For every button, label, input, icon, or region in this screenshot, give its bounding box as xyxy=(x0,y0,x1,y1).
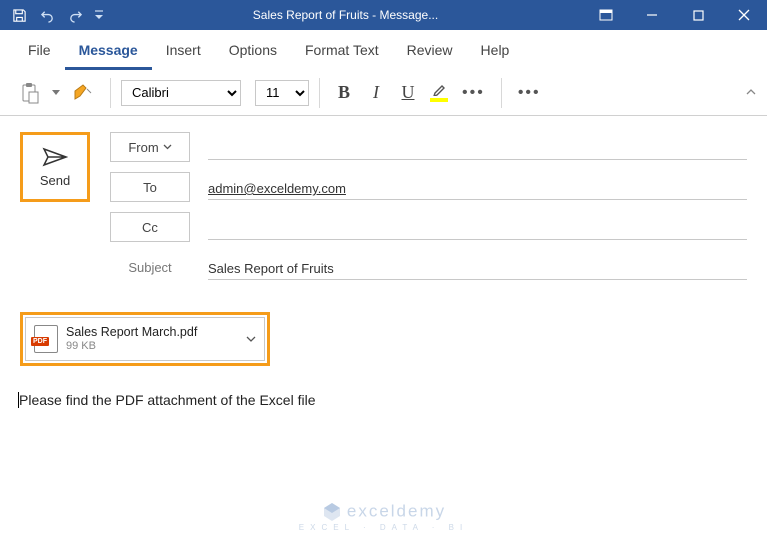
undo-icon[interactable] xyxy=(34,2,60,28)
tab-review[interactable]: Review xyxy=(393,30,467,70)
to-label: To xyxy=(143,180,157,195)
from-label: From xyxy=(128,140,158,155)
tab-format-text[interactable]: Format Text xyxy=(291,30,393,70)
send-button[interactable]: Send xyxy=(20,132,90,202)
compose-header: Send From To admin@exceldemy.com Cc Subj… xyxy=(0,116,767,292)
attachment-filesize: 99 KB xyxy=(66,340,238,353)
title-bar: Sales Report of Fruits - Message... xyxy=(0,0,767,30)
underline-button[interactable]: U xyxy=(394,77,422,109)
attachment-dropdown-icon[interactable] xyxy=(246,336,256,343)
tab-file[interactable]: File xyxy=(14,30,65,70)
watermark: exceldemy EXCEL · DATA · BI xyxy=(0,501,767,532)
font-family-selector[interactable]: Calibri xyxy=(121,80,241,106)
paste-button[interactable] xyxy=(14,77,46,109)
cc-button[interactable]: Cc xyxy=(110,212,190,242)
collapse-ribbon-icon[interactable] xyxy=(745,88,757,98)
to-row: To admin@exceldemy.com xyxy=(110,172,747,202)
cc-row: Cc xyxy=(110,212,747,242)
from-field[interactable] xyxy=(208,134,747,160)
minimize-icon[interactable] xyxy=(629,0,675,30)
to-button[interactable]: To xyxy=(110,172,190,202)
subject-label: Subject xyxy=(110,252,190,282)
message-body[interactable]: Please find the PDF attachment of the Ex… xyxy=(18,392,747,408)
attachment-area: PDF Sales Report March.pdf 99 KB xyxy=(20,312,747,366)
more-commands-button[interactable]: ••• xyxy=(512,77,547,109)
highlight-button[interactable] xyxy=(426,82,452,104)
bold-button[interactable]: B xyxy=(330,77,358,109)
redo-icon[interactable] xyxy=(62,2,88,28)
header-fields: From To admin@exceldemy.com Cc Subject S… xyxy=(110,132,747,292)
qat-dropdown-icon[interactable] xyxy=(90,2,108,28)
attachment-item[interactable]: PDF Sales Report March.pdf 99 KB xyxy=(25,317,265,361)
ribbon: Calibri 11 B I U ••• ••• xyxy=(0,70,767,116)
window-controls xyxy=(583,0,767,30)
more-formatting-button[interactable]: ••• xyxy=(456,77,491,109)
font-size-selector[interactable]: 11 xyxy=(255,80,309,106)
subject-row: Subject Sales Report of Fruits xyxy=(110,252,747,282)
attachment-filename: Sales Report March.pdf xyxy=(66,325,238,339)
ribbon-separator xyxy=(501,78,502,108)
ribbon-separator xyxy=(110,78,111,108)
chevron-down-icon xyxy=(163,144,172,150)
tab-message[interactable]: Message xyxy=(65,30,152,70)
from-row: From xyxy=(110,132,747,162)
send-label: Send xyxy=(40,173,70,188)
format-painter-button[interactable] xyxy=(66,77,100,109)
attachment-highlight: PDF Sales Report March.pdf 99 KB xyxy=(20,312,270,366)
ribbon-separator xyxy=(319,78,320,108)
paste-dropdown-icon[interactable] xyxy=(50,77,62,109)
maximize-icon[interactable] xyxy=(675,0,721,30)
from-button[interactable]: From xyxy=(110,132,190,162)
save-icon[interactable] xyxy=(6,2,32,28)
tab-options[interactable]: Options xyxy=(215,30,291,70)
to-recipient[interactable]: admin@exceldemy.com xyxy=(208,181,346,196)
quick-access-toolbar xyxy=(0,2,108,28)
tab-help[interactable]: Help xyxy=(467,30,524,70)
body-text: Please find the PDF attachment of the Ex… xyxy=(19,392,316,408)
cc-field[interactable] xyxy=(208,214,747,240)
italic-button[interactable]: I xyxy=(362,77,390,109)
pdf-icon: PDF xyxy=(34,325,58,353)
subject-field[interactable]: Sales Report of Fruits xyxy=(208,254,747,280)
to-field[interactable]: admin@exceldemy.com xyxy=(208,174,747,200)
ribbon-display-icon[interactable] xyxy=(583,0,629,30)
attachment-meta: Sales Report March.pdf 99 KB xyxy=(66,325,238,352)
send-icon xyxy=(42,147,68,167)
ribbon-tabs: File Message Insert Options Format Text … xyxy=(0,30,767,70)
close-icon[interactable] xyxy=(721,0,767,30)
tab-insert[interactable]: Insert xyxy=(152,30,215,70)
cc-label: Cc xyxy=(142,220,158,235)
window-title: Sales Report of Fruits - Message... xyxy=(108,8,583,22)
